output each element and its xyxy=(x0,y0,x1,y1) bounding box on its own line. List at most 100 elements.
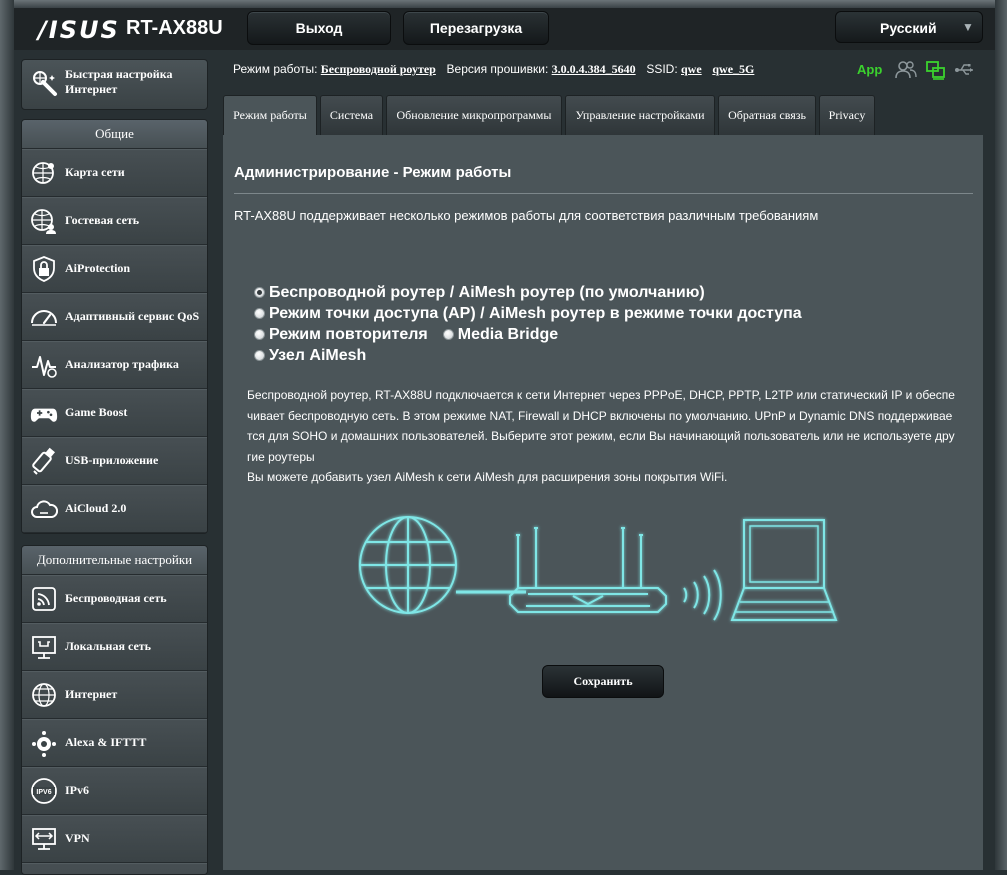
radio-repeater[interactable] xyxy=(254,329,265,340)
quick-setup-label: Быстрая настройка Интернет xyxy=(65,67,173,96)
tab-settings-management[interactable]: Управление настройками xyxy=(565,95,715,135)
sidebar-item-game-boost[interactable]: Game Boost xyxy=(22,389,207,437)
radio-media-bridge[interactable] xyxy=(442,329,454,340)
gamepad-icon xyxy=(30,408,58,422)
mode-option-aimesh-node[interactable]: Узел AiMesh xyxy=(254,345,802,366)
mode-description-line: чивает беспроводную сеть. В этом режиме … xyxy=(247,408,953,423)
sidebar-item-internet[interactable]: Интернет xyxy=(22,671,207,719)
usb-icon xyxy=(32,447,55,475)
mode-label-router: Беспроводной роутер / AiMesh роутер (по … xyxy=(269,283,705,301)
sidebar-item-label: USB-приложение xyxy=(65,453,159,467)
sidebar-item-usb-application[interactable]: USB-приложение xyxy=(22,437,207,485)
sidebar-item-label: Гостевая сеть xyxy=(65,213,140,227)
sidebar-item-guest-network[interactable]: Гостевая сеть xyxy=(22,197,207,245)
mode-description-line: гие роутеры xyxy=(247,449,315,464)
sidebar-item-label: Локальная сеть xyxy=(65,639,152,653)
model-name: RT-AX88U xyxy=(126,17,223,39)
chevron-down-icon: ▼ xyxy=(962,20,974,34)
mode-option-router[interactable]: Беспроводной роутер / AiMesh роутер (по … xyxy=(254,282,802,303)
mode-label-media-bridge: Media Bridge xyxy=(457,325,559,343)
sidebar-item-adaptive-qos[interactable]: Адаптивный сервис QoS xyxy=(22,293,207,341)
radio-ap[interactable] xyxy=(254,308,265,319)
mode-option-repeater-row: Режим повторителя Media Bridge xyxy=(254,324,802,345)
sidebar-item-ipv6[interactable]: IPV6 IPv6 xyxy=(22,767,207,815)
sidebar-item-aicloud[interactable]: AiCloud 2.0 xyxy=(22,485,207,533)
traffic-analyzer-icon xyxy=(32,356,57,378)
sidebar-item-label: AiProtection xyxy=(65,261,131,275)
sidebar-item-more[interactable] xyxy=(22,863,207,874)
radio-router[interactable] xyxy=(254,287,265,298)
wifi-waves-icon xyxy=(683,569,722,621)
sidebar-item-alexa-ifttt[interactable]: Alexa & IFTTT xyxy=(22,719,207,767)
app-link[interactable]: App xyxy=(857,62,882,77)
mode-label: Режим работы: xyxy=(233,62,318,76)
ssid-link-24[interactable]: qwe xyxy=(681,62,702,76)
ipv6-icon: IPV6 xyxy=(31,778,57,804)
sidebar-item-label: Беспроводная сеть xyxy=(65,591,167,605)
sidebar-item-wireless[interactable]: Беспроводная сеть xyxy=(22,575,207,623)
status-bar: Режим работы: Беспроводной роутер Версия… xyxy=(233,62,754,77)
page-title: Администрирование - Режим работы xyxy=(234,164,512,181)
quick-internet-setup[interactable]: Быстрая настройка Интернет xyxy=(21,59,208,110)
globe-icon xyxy=(359,516,457,614)
tab-system[interactable]: Система xyxy=(320,95,383,135)
logout-button[interactable]: Выход xyxy=(247,11,391,45)
sidebar-item-lan[interactable]: Локальная сеть xyxy=(22,623,207,671)
save-button[interactable]: Сохранить xyxy=(542,665,664,698)
language-select[interactable]: Русский ▼ xyxy=(835,11,983,43)
sidebar-item-label: Alexa & IFTTT xyxy=(65,735,147,749)
general-menu: Общие Карта сети Гостевая сеть AiProtect… xyxy=(21,119,208,534)
advanced-menu: Дополнительные настройки Беспроводная се… xyxy=(21,545,208,875)
sidebar-item-label: Game Boost xyxy=(65,405,128,419)
sidebar-item-label: IPv6 xyxy=(65,783,89,797)
usb-status-icon[interactable] xyxy=(954,60,976,80)
sidebar-item-aiprotection[interactable]: AiProtection xyxy=(22,245,207,293)
content-panel: Администрирование - Режим работы RT-AX88… xyxy=(223,135,983,870)
ssid-label: SSID: xyxy=(646,62,678,76)
language-value: Русский xyxy=(880,20,937,36)
sidebar-item-label: Карта сети xyxy=(65,165,125,179)
asus-logo: /ISUS xyxy=(38,16,120,44)
gauge-icon xyxy=(31,310,57,326)
tab-operation-mode[interactable]: Режим работы xyxy=(223,95,317,135)
operation-mode-options: Беспроводной роутер / AiMesh роутер (по … xyxy=(254,282,802,366)
tab-firmware-upgrade[interactable]: Обновление микропрограммы xyxy=(386,95,562,135)
mode-description-line: тся для SOHO и домашних пользователей. В… xyxy=(247,429,955,444)
mode-option-ap[interactable]: Режим точки доступа (AP) / AiMesh роутер… xyxy=(254,303,802,324)
lan-icon xyxy=(32,636,56,659)
tab-privacy[interactable]: Privacy xyxy=(819,95,875,135)
mode-description-line: Вы можете добавить узел AiMesh к сети Ai… xyxy=(247,470,728,485)
guest-network-icon xyxy=(31,209,56,234)
svg-text:IPV6: IPV6 xyxy=(36,789,51,796)
window-frame-right xyxy=(995,0,1007,870)
title-divider xyxy=(234,193,973,194)
tab-feedback[interactable]: Обратная связь xyxy=(718,95,816,135)
wand-icon xyxy=(33,71,57,96)
sidebar-item-label: AiCloud 2.0 xyxy=(65,501,127,515)
sidebar-item-network-map[interactable]: Карта сети xyxy=(22,149,207,197)
mode-label-ap: Режим точки доступа (AP) / AiMesh роутер… xyxy=(269,304,802,322)
sidebar-item-traffic-analyzer[interactable]: Анализатор трафика xyxy=(22,341,207,389)
network-connection-icon[interactable] xyxy=(926,60,946,80)
firmware-link[interactable]: 3.0.0.4.384_5640 xyxy=(552,62,636,76)
ssid-link-5g[interactable]: qwe_5G xyxy=(712,62,754,76)
sidebar-item-label: Интернет xyxy=(65,687,118,701)
mode-label-repeater: Режим повторителя xyxy=(269,325,428,343)
window-frame-top xyxy=(0,0,1007,8)
mode-description-line: Беспроводной роутер, RT-AX88U подключает… xyxy=(247,388,955,402)
router-mode-illustration xyxy=(359,516,838,621)
sidebar-item-vpn[interactable]: VPN xyxy=(22,815,207,863)
mode-link[interactable]: Беспроводной роутер xyxy=(321,62,436,76)
sidebar-item-label: VPN xyxy=(65,831,90,845)
cloud-icon xyxy=(31,500,58,518)
alexa-icon xyxy=(32,731,56,757)
radio-aimesh-node[interactable] xyxy=(254,350,265,361)
window-frame-left xyxy=(0,0,14,870)
sidebar-item-label: Анализатор трафика xyxy=(65,357,179,371)
network-map-icon xyxy=(32,162,54,184)
mode-label-aimesh-node: Узел AiMesh xyxy=(269,346,367,364)
reboot-button[interactable]: Перезагрузка xyxy=(403,11,549,45)
clients-icon[interactable] xyxy=(895,60,917,80)
page-description: RT-AX88U поддерживает несколько режимов … xyxy=(234,208,819,223)
vpn-icon xyxy=(32,828,56,850)
